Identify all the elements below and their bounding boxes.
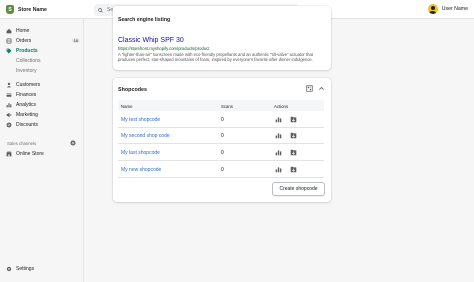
sidebar-item-settings[interactable]: Settings [6, 266, 34, 272]
analytics-icon[interactable] [275, 132, 282, 139]
sidebar-subitem-collections[interactable]: Collections [16, 57, 76, 65]
marketing-icon [6, 112, 12, 118]
download-icon[interactable] [290, 166, 297, 173]
search-engine-listing-card: Search engine listing Classic Whip SPF 3… [113, 6, 331, 70]
sidebar-item-home[interactable]: Home [6, 26, 80, 35]
table-row: My last shopcode 0 [118, 145, 324, 161]
analytics-icon[interactable] [275, 166, 282, 173]
chevron-up-icon[interactable] [318, 85, 325, 92]
store-icon [6, 151, 12, 157]
table-row: My new shopcode 0 [118, 162, 324, 178]
column-header-scans: Scans [221, 103, 233, 109]
qr-code-icon[interactable] [306, 85, 313, 92]
seo-preview-title-link[interactable]: Classic Whip SPF 30 [118, 37, 184, 44]
orders-icon [6, 38, 12, 44]
sidebar-item-label: Customers [16, 81, 41, 88]
sidebar-item-orders[interactable]: Orders 16 [6, 36, 80, 45]
shopcode-name-link[interactable]: My test shopcode [121, 117, 160, 123]
row-actions [275, 166, 297, 173]
sidebar-item-products[interactable]: Products [6, 46, 80, 55]
settings-label: Settings [16, 266, 35, 272]
sidebar-item-label: Home [16, 27, 30, 34]
sidebar-item-label: Analytics [16, 101, 37, 108]
sidebar-item-label: Marketing [16, 111, 38, 118]
seo-preview-url: https://storefront.myshopify.com/product… [118, 46, 210, 51]
analytics-icon [6, 102, 12, 108]
row-actions [275, 116, 297, 123]
sidebar-item-label: Discounts [16, 121, 38, 128]
sidebar-item-discounts[interactable]: Discounts [6, 120, 80, 129]
column-header-actions: Actions [274, 103, 289, 109]
discounts-icon [6, 122, 12, 128]
sidebar-subitem-inventory[interactable]: Inventory [16, 67, 76, 75]
sidebar-item-label: Collections [16, 58, 41, 64]
seo-preview-description: A "lighter-than-air" sunscreen made with… [118, 52, 313, 63]
download-icon[interactable] [290, 116, 297, 123]
avatar [427, 4, 438, 14]
sales-channels-heading: Sales channels [7, 141, 37, 146]
shopcode-scans: 0 [221, 150, 224, 156]
analytics-icon[interactable] [275, 149, 282, 156]
analytics-icon[interactable] [275, 116, 282, 123]
shopcode-name-link[interactable]: My new shopcode [121, 167, 161, 173]
sidebar-item-label: Online Store [16, 150, 44, 157]
gear-icon [6, 266, 12, 272]
shopcode-scans: 0 [221, 167, 224, 173]
user-menu[interactable]: User Name [427, 4, 468, 14]
download-icon[interactable] [290, 132, 297, 139]
sidebar-item-online-store[interactable]: Online Store [6, 149, 80, 158]
shopcode-scans: 0 [221, 117, 224, 123]
sidebar-item-analytics[interactable]: Analytics [6, 100, 80, 109]
home-icon [6, 28, 12, 34]
create-shopcode-button[interactable]: Create shopcode [272, 182, 325, 196]
shopify-logo-icon: S [6, 5, 14, 14]
sidebar-item-finances[interactable]: Finances [6, 90, 80, 99]
table-row: My second shop code 0 [118, 128, 324, 144]
tag-icon [6, 48, 12, 54]
sidebar-item-label: Inventory [16, 68, 37, 74]
user-name: User Name [441, 6, 468, 12]
shopcode-name-link[interactable]: My last shopcode [121, 150, 160, 156]
store-switcher[interactable]: S Store Name [6, 5, 47, 14]
shopcodes-tools [306, 85, 325, 92]
add-sales-channel-icon[interactable] [70, 140, 76, 146]
store-name: Store Name [18, 6, 47, 13]
finances-icon [6, 92, 12, 98]
row-actions [275, 149, 297, 156]
shopcodes-heading: Shopcodes [118, 87, 148, 93]
seo-heading: Search engine listing [118, 17, 171, 23]
search-icon [98, 7, 103, 13]
customers-icon [6, 82, 12, 88]
shopcode-scans: 0 [221, 133, 224, 139]
sidebar-item-customers[interactable]: Customers [6, 80, 80, 89]
download-icon[interactable] [290, 149, 297, 156]
row-actions [275, 132, 297, 139]
sidebar: Home Orders 16 Products Collections Inve… [0, 19, 84, 282]
sidebar-item-marketing[interactable]: Marketing [6, 110, 80, 119]
shopcode-name-link[interactable]: My second shop code [121, 133, 170, 139]
table-row: My test shopcode 0 [118, 112, 324, 128]
column-header-name: Name [121, 103, 133, 109]
sidebar-item-label: Orders [16, 37, 32, 44]
sidebar-item-label: Finances [16, 91, 37, 98]
orders-count-badge: 16 [71, 38, 80, 43]
sidebar-item-label: Products [16, 47, 38, 54]
